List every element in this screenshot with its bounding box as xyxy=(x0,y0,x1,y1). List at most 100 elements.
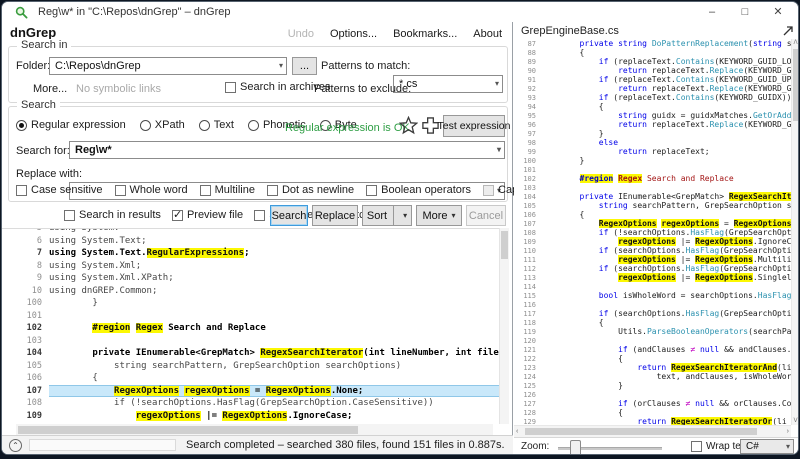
check-preview-file[interactable]: Preview file xyxy=(172,209,243,221)
code-text: return replaceText; xyxy=(541,147,791,156)
checkbox-stop-after-first-match[interactable] xyxy=(254,210,265,221)
preview-code-line: 100 } xyxy=(514,156,791,165)
preview-code-line: 91 if (replaceText.Contains(KEYWORD_GUID… xyxy=(514,75,791,84)
title-bar[interactable]: Reg\w* in "C:\Repos\dnGrep" – dnGrep – □… xyxy=(2,2,798,22)
radio-phonetic[interactable] xyxy=(248,120,259,131)
code-token: if (!searchOptions.HasFlag(GrepSearchOpt… xyxy=(49,398,434,408)
checkbox-boolean-operators[interactable] xyxy=(366,185,377,196)
code-token xyxy=(541,111,618,120)
preview-code-line: 114 xyxy=(514,282,791,291)
checkbox-case-sensitive[interactable] xyxy=(16,185,27,196)
results-vertical-scrollbar[interactable] xyxy=(499,228,509,424)
sort-button[interactable]: Sort▾ xyxy=(362,205,412,226)
option-whole-word[interactable]: Whole word xyxy=(115,184,188,196)
match-highlight: #region xyxy=(92,323,130,333)
menu-options[interactable]: Options... xyxy=(330,28,377,40)
code-text: regexOptions |= RegexOptions.Multiline xyxy=(541,255,791,264)
match-highlight: RegexOptions xyxy=(695,273,753,282)
preview-code-line: 105 string searchPattern, GrepSearchOpti… xyxy=(514,201,791,210)
test-expression-button[interactable]: Test expression xyxy=(443,115,505,137)
scroll-up-icon[interactable]: ᐱ xyxy=(792,39,799,47)
code-text: return replaceText.Replace(KEYWORD_GUI xyxy=(541,66,791,75)
option-boolean-operators[interactable]: Boolean operators xyxy=(366,184,471,196)
scroll-left-icon[interactable]: ‹ xyxy=(516,428,518,435)
preview-code-line: 102 #region Regex Search and Replace xyxy=(514,174,791,183)
radio-text[interactable] xyxy=(199,120,210,131)
menu-bookmarks[interactable]: Bookmarks... xyxy=(393,28,457,40)
archives-checkbox-box[interactable] xyxy=(225,82,236,93)
close-button[interactable]: ✕ xyxy=(768,4,788,20)
mode-radio-xpath[interactable]: XPath xyxy=(140,119,185,131)
code-text: RegexOptions regexOptions = RegexOptions… xyxy=(49,385,499,398)
match-highlight: regexOptions xyxy=(618,237,676,246)
option-multiline[interactable]: Multiline xyxy=(200,184,255,196)
maximize-button[interactable]: □ xyxy=(735,4,755,20)
cancel-button[interactable]: Cancel xyxy=(466,205,506,226)
line-number: 89 xyxy=(514,57,541,66)
preview-vertical-scrollbar[interactable]: ᐱ ᐯ xyxy=(791,39,799,425)
status-collapse-icon[interactable] xyxy=(9,439,22,452)
radio-regular-expression[interactable] xyxy=(16,120,27,131)
code-text: bool isWholeWord = searchOptions.HasFlag… xyxy=(541,291,791,300)
browse-folder-button[interactable]: ... xyxy=(292,57,317,75)
mode-radio-text[interactable]: Text xyxy=(199,119,234,131)
code-text xyxy=(541,336,791,345)
option-dot-as-newline[interactable]: Dot as newline xyxy=(267,184,354,196)
scroll-right-icon[interactable]: › xyxy=(787,428,789,435)
preview-vscroll-thumb[interactable] xyxy=(793,49,798,121)
code-text: using System.Text; xyxy=(49,235,499,248)
line-number: 93 xyxy=(514,93,541,102)
code-token: (replaceText. xyxy=(608,75,675,84)
code-token xyxy=(541,120,618,129)
checkbox-search-in-results[interactable] xyxy=(64,210,75,221)
more-button[interactable]: More▾ xyxy=(416,205,462,226)
code-token: = xyxy=(250,386,266,396)
code-text: } xyxy=(541,381,791,390)
results-vscroll-thumb[interactable] xyxy=(501,231,508,259)
preview-code-line: 97 } xyxy=(514,129,791,138)
checkbox-multiline[interactable] xyxy=(200,185,211,196)
syntax-combobox[interactable]: C# xyxy=(740,439,794,454)
preview-code-line: 89 if (replaceText.Contains(KEYWORD_GUID… xyxy=(514,57,791,66)
radio-xpath[interactable] xyxy=(140,120,151,131)
minimize-button[interactable]: – xyxy=(702,4,722,20)
checkbox-whole-word[interactable] xyxy=(115,185,126,196)
code-token: |= xyxy=(676,237,695,246)
check-search-in-results[interactable]: Search in results xyxy=(64,209,161,221)
line-number: 119 xyxy=(514,327,541,336)
results-hscroll-thumb[interactable] xyxy=(18,426,358,434)
line-number: 125 xyxy=(514,381,541,390)
option-case-sensitive[interactable]: Case sensitive xyxy=(16,184,103,196)
folder-combobox[interactable]: C:\Repos\dnGrep xyxy=(49,57,287,75)
scroll-down-icon[interactable]: ᐯ xyxy=(792,417,799,425)
preview-hscroll-thumb[interactable] xyxy=(525,428,757,435)
star-bookmark-icon[interactable] xyxy=(399,116,418,135)
line-number: 123 xyxy=(514,363,541,372)
code-token: if xyxy=(599,93,609,102)
code-token: (KEYWORD_GUID_LOWE xyxy=(714,57,791,66)
preview-code-line: 109 regexOptions |= RegexOptions.IgnoreC… xyxy=(514,237,791,246)
results-horizontal-scrollbar[interactable] xyxy=(16,424,493,435)
code-token: if xyxy=(618,345,628,354)
preview-code-pane[interactable]: 87 private string DoPatternReplacement(s… xyxy=(514,39,791,426)
code-token: (orClauses xyxy=(628,399,686,408)
results-code-line: 10using dnGREP.Common; xyxy=(2,285,499,298)
mode-radio-regular-expression[interactable]: Regular expression xyxy=(16,119,126,131)
search-for-combobox[interactable]: Reg\w* xyxy=(69,141,505,159)
undock-preview-icon[interactable] xyxy=(782,25,794,37)
menu-about[interactable]: About xyxy=(473,28,502,40)
code-token: } xyxy=(541,129,604,138)
wrap-checkbox-box[interactable] xyxy=(691,441,702,452)
results-preview-pane[interactable]: 5using System.6using System.Text;7using … xyxy=(2,228,499,424)
zoom-slider-thumb[interactable] xyxy=(570,440,581,455)
checkbox-preview-file[interactable] xyxy=(172,210,183,221)
checkbox-dot-as-newline[interactable] xyxy=(267,185,278,196)
checkbox-capture-group-search[interactable] xyxy=(483,185,494,196)
search-button[interactable]: Search xyxy=(270,205,308,226)
match-highlight: regexOptions xyxy=(184,386,249,396)
menu-undo[interactable]: Undo xyxy=(288,28,314,40)
replace-button[interactable]: Replace xyxy=(312,205,358,226)
more-toggle[interactable]: More... xyxy=(33,83,67,95)
line-number: 113 xyxy=(514,273,541,282)
preview-horizontal-scrollbar[interactable]: ‹ › xyxy=(514,425,791,437)
